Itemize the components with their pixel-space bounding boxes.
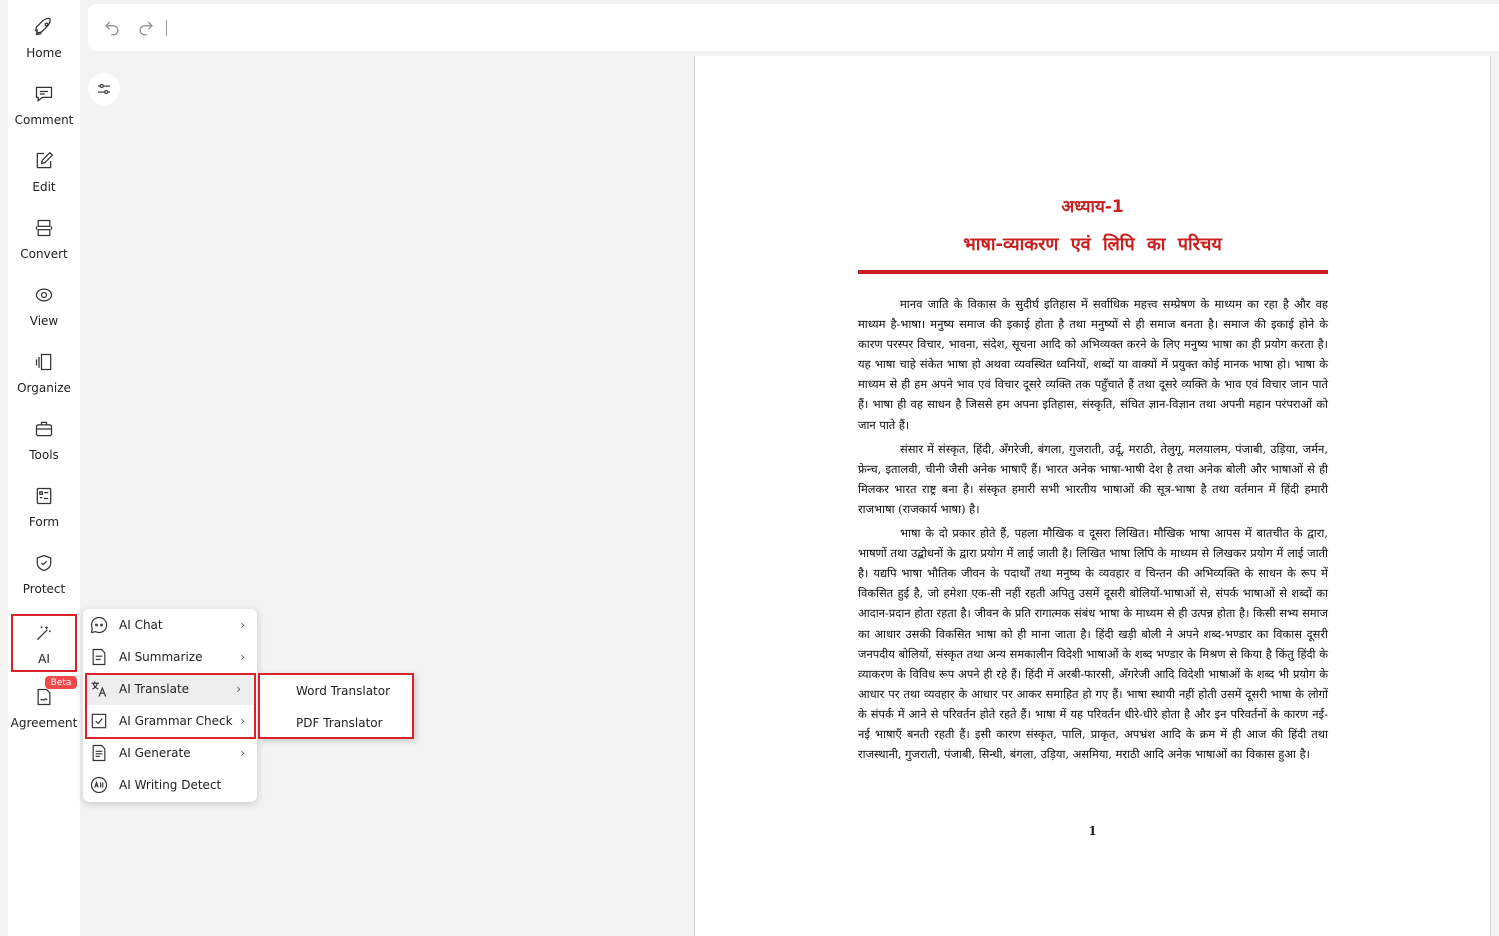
chevron-right-icon: ›: [240, 650, 245, 664]
sidebar-item-label: Edit: [32, 180, 56, 194]
sidebar-item-label: Home: [26, 46, 62, 60]
rocket-icon: [33, 16, 55, 38]
chevron-right-icon: ›: [236, 682, 241, 696]
sidebar-item-protect[interactable]: Protect: [8, 544, 80, 606]
agreement-icon: [33, 686, 55, 708]
paragraph: मानव जाति के विकास के सुदीर्घ इतिहास में…: [858, 297, 1328, 432]
sidebar-item-label: Comment: [14, 113, 74, 127]
page-number: 1: [1088, 824, 1097, 838]
undo-icon: [105, 21, 119, 36]
menu-item-label: AI Writing Detect: [119, 778, 222, 792]
menu-item-label: AI Chat: [119, 618, 163, 632]
menu-item-ai-grammar-check[interactable]: AI Grammar Check ›: [83, 705, 257, 737]
sidebar-item-label: AI: [38, 652, 50, 666]
translate-submenu: Word Translator PDF Translator: [258, 673, 414, 739]
left-sidebar: Home Comment Edit Convert View Organize: [0, 0, 80, 936]
translate-icon: [88, 678, 110, 700]
magic-wand-icon: [33, 622, 55, 644]
comment-icon: [33, 83, 55, 105]
convert-icon: [33, 217, 55, 239]
document-body: मानव जाति के विकास के सुदीर्घ इतिहास में…: [858, 294, 1328, 768]
chat-bot-icon: [88, 614, 110, 636]
sidebar-item-label: Organize: [17, 381, 71, 395]
menu-item-label: AI Translate: [119, 682, 190, 696]
sidebar-item-label: Form: [28, 515, 60, 529]
undo-button[interactable]: [102, 18, 122, 38]
paragraph: भाषा के दो प्रकार होते हैं, पहला मौखिक व…: [858, 526, 1328, 762]
sidebar-item-edit[interactable]: Edit: [8, 142, 80, 204]
heading-rule: [858, 270, 1328, 274]
menu-item-ai-writing-detect[interactable]: AI Writing Detect: [83, 769, 257, 801]
sidebar-item-label: Convert: [20, 247, 68, 261]
toolbox-icon: [33, 418, 55, 440]
menu-item-label: AI Grammar Check: [119, 714, 233, 728]
sidebar-item-label: Agreement: [10, 716, 78, 730]
view-settings-button[interactable]: [88, 73, 120, 105]
edit-icon: [33, 150, 55, 172]
chevron-right-icon: ›: [240, 618, 245, 632]
document-page: अध्याय-1 भाषा-व्याकरण एवं लिपि का परिचय …: [694, 56, 1491, 936]
top-toolbar: [88, 4, 1499, 51]
sidebar-item-form[interactable]: Form: [8, 477, 80, 539]
sidebar-item-label: Tools: [29, 448, 59, 462]
sidebar-item-label: Protect: [22, 582, 66, 596]
chapter-title: भाषा-व्याकरण एवं लिपि का परिचय: [963, 234, 1222, 255]
shield-icon: [33, 552, 55, 574]
chevron-right-icon: ›: [240, 746, 245, 760]
paragraph: संसार में संस्कृत, हिंदी, अँगरेजी, बंगला…: [858, 441, 1328, 516]
pdf-translator-item[interactable]: PDF Translator: [296, 716, 383, 730]
sidebar-item-ai[interactable]: AI: [11, 614, 77, 672]
word-translator-item[interactable]: Word Translator: [296, 684, 390, 698]
menu-item-ai-translate[interactable]: AI Translate ›: [87, 673, 253, 705]
sidebar-item-view[interactable]: View: [8, 276, 80, 338]
sliders-icon: [98, 83, 110, 95]
chevron-right-icon: ›: [240, 714, 245, 728]
sidebar-item-label: View: [29, 314, 59, 328]
toolbar-divider: [166, 20, 167, 36]
chapter-heading: अध्याय-1: [1061, 197, 1124, 217]
menu-item-label: AI Summarize: [119, 650, 203, 664]
sidebar-item-comment[interactable]: Comment: [8, 75, 80, 137]
sidebar-item-tools[interactable]: Tools: [8, 410, 80, 472]
ai-menu: AI Chat › AI Summarize › AI Translate › …: [83, 609, 257, 802]
sidebar-item-home[interactable]: Home: [8, 8, 80, 70]
redo-button[interactable]: [136, 18, 156, 38]
menu-item-ai-summarize[interactable]: AI Summarize ›: [83, 641, 257, 673]
menu-item-label: AI Generate: [119, 746, 191, 760]
menu-item-ai-generate[interactable]: AI Generate ›: [83, 737, 257, 769]
summarize-icon: [88, 646, 110, 668]
sidebar-item-organize[interactable]: Organize: [8, 343, 80, 405]
redo-icon: [139, 21, 153, 36]
organize-icon: [33, 351, 55, 373]
beta-badge: Beta: [45, 676, 77, 689]
ai-detect-icon: [88, 774, 110, 796]
grammar-check-icon: [88, 710, 110, 732]
sidebar-item-convert[interactable]: Convert: [8, 209, 80, 271]
form-icon: [33, 485, 55, 507]
generate-icon: [88, 742, 110, 764]
view-icon: [33, 284, 55, 306]
menu-item-ai-chat[interactable]: AI Chat ›: [83, 609, 257, 641]
